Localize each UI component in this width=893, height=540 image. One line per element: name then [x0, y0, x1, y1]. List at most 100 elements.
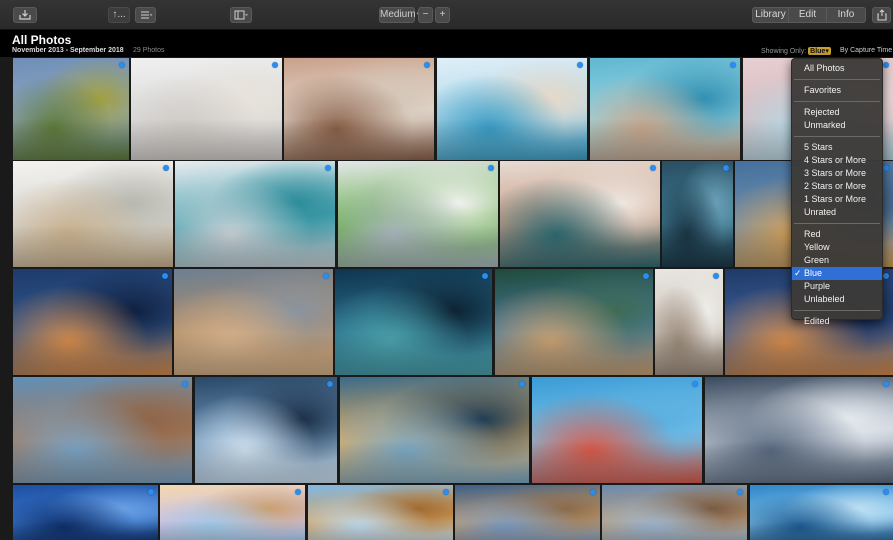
- blue-label-dot-icon: [119, 62, 125, 68]
- tab-info-label: Info: [837, 9, 855, 20]
- thumbnail-shade: [284, 119, 434, 160]
- blue-label-dot-icon: [325, 165, 331, 171]
- thumbnail-shade: [602, 521, 747, 540]
- sort-options-button[interactable]: [135, 7, 156, 23]
- menu-item-label: Purple: [804, 281, 831, 291]
- share-icon: [876, 9, 887, 21]
- tab-info[interactable]: Info: [827, 8, 865, 22]
- blue-label-dot-icon: [883, 165, 889, 171]
- thumbnail-shade: [590, 119, 740, 160]
- filter-value-chip[interactable]: Blue▾: [808, 47, 831, 55]
- photo-thumbnail[interactable]: [284, 58, 434, 160]
- photo-thumbnail[interactable]: [335, 269, 492, 375]
- thumbnail-shade: [750, 521, 893, 540]
- tab-library[interactable]: Library: [753, 8, 789, 22]
- menu-item-label: Unmarked: [804, 120, 846, 130]
- share-button[interactable]: [872, 7, 891, 23]
- menu-item-4-stars-or-more[interactable]: 4 Stars or More: [792, 154, 882, 167]
- checkmark-icon: ✓: [794, 268, 802, 278]
- import-tray-icon: [19, 10, 31, 20]
- import-button[interactable]: [13, 7, 37, 23]
- photo-thumbnail[interactable]: [437, 58, 587, 160]
- blue-label-dot-icon: [519, 381, 525, 387]
- photo-thumbnail[interactable]: [590, 58, 740, 160]
- photo-thumbnail[interactable]: [13, 269, 172, 375]
- blue-label-dot-icon: [577, 62, 583, 68]
- filter-control[interactable]: Showing Only: Blue▾: [761, 47, 831, 55]
- thumbnail-shade: [195, 440, 337, 483]
- photo-thumbnail[interactable]: [338, 161, 498, 267]
- menu-item-3-stars-or-more[interactable]: 3 Stars or More: [792, 167, 882, 180]
- blue-label-dot-icon: [723, 165, 729, 171]
- blue-label-dot-icon: [182, 381, 188, 387]
- photo-thumbnail[interactable]: [495, 269, 653, 375]
- blue-label-dot-icon: [643, 273, 649, 279]
- menu-item-all-photos[interactable]: All Photos: [792, 62, 882, 75]
- menu-item-5-stars[interactable]: 5 Stars: [792, 141, 882, 154]
- blue-label-dot-icon: [883, 489, 889, 495]
- photo-thumbnail[interactable]: [160, 485, 305, 540]
- blue-label-dot-icon: [737, 489, 743, 495]
- menu-item-favorites[interactable]: Favorites: [792, 84, 882, 97]
- zoom-out-button[interactable]: −: [418, 7, 433, 23]
- menu-separator: [794, 101, 880, 102]
- photo-thumbnail[interactable]: [532, 377, 702, 483]
- photo-thumbnail[interactable]: [662, 161, 733, 267]
- photo-thumbnail[interactable]: [340, 377, 529, 483]
- toolbar: ↑... Medium▾ − + Library Edit Info: [0, 0, 893, 30]
- blue-label-dot-icon: [295, 489, 301, 495]
- menu-item-unlabeled[interactable]: Unlabeled: [792, 293, 882, 306]
- photo-thumbnail[interactable]: [175, 161, 335, 267]
- zoom-in-button[interactable]: +: [435, 7, 450, 23]
- menu-item-label: Green: [804, 255, 830, 265]
- menu-item-yellow[interactable]: Yellow: [792, 241, 882, 254]
- menu-item-1-stars-or-more[interactable]: 1 Stars or More: [792, 193, 882, 206]
- photo-thumbnail[interactable]: [174, 269, 333, 375]
- menu-item-label: Favorites: [804, 85, 842, 95]
- photo-thumbnail[interactable]: [195, 377, 337, 483]
- photo-thumbnail[interactable]: [13, 485, 158, 540]
- menu-item-label: 3 Stars or More: [804, 168, 867, 178]
- menu-item-label: Rejected: [804, 107, 840, 117]
- photo-thumbnail[interactable]: [705, 377, 893, 483]
- photo-thumbnail[interactable]: [655, 269, 723, 375]
- photo-thumbnail[interactable]: [308, 485, 453, 540]
- date-range: November 2013 - September 2018: [12, 47, 124, 54]
- menu-item-unrated[interactable]: Unrated: [792, 206, 882, 219]
- photo-thumbnail[interactable]: [13, 161, 173, 267]
- blue-label-dot-icon: [424, 62, 430, 68]
- photo-thumbnail[interactable]: [750, 485, 893, 540]
- menu-item-2-stars-or-more[interactable]: 2 Stars or More: [792, 180, 882, 193]
- photo-thumbnail[interactable]: [602, 485, 747, 540]
- thumbnail-shade: [13, 119, 129, 160]
- menu-item-edited[interactable]: Edited: [792, 315, 882, 328]
- photo-thumbnail[interactable]: [131, 58, 282, 160]
- thumbnail-shade: [174, 332, 333, 375]
- sidebar-toggle-button[interactable]: [230, 7, 252, 23]
- photo-thumbnail[interactable]: [500, 161, 660, 267]
- sort-direction-button[interactable]: ↑...: [108, 7, 130, 23]
- menu-item-blue[interactable]: ✓ Blue: [792, 267, 882, 280]
- blue-label-dot-icon: [650, 165, 656, 171]
- sort-control[interactable]: By Capture Time: [840, 47, 892, 54]
- photo-thumbnail[interactable]: [13, 377, 192, 483]
- photo-thumbnail[interactable]: [13, 58, 129, 160]
- blue-label-dot-icon: [730, 62, 736, 68]
- thumbnail-size-select[interactable]: Medium▾: [379, 7, 420, 23]
- menu-item-red[interactable]: Red: [792, 228, 882, 241]
- thumbnail-shade: [13, 440, 192, 483]
- filter-prefix: Showing Only:: [761, 48, 807, 55]
- menu-item-label: Edited: [804, 316, 830, 326]
- blue-label-dot-icon: [883, 381, 889, 387]
- tab-edit[interactable]: Edit: [789, 8, 827, 22]
- blue-label-dot-icon: [692, 381, 698, 387]
- menu-item-rejected[interactable]: Rejected: [792, 106, 882, 119]
- menu-item-green[interactable]: Green: [792, 254, 882, 267]
- thumbnail-shade: [13, 521, 158, 540]
- photo-count: 29 Photos: [133, 47, 165, 54]
- menu-item-unmarked[interactable]: Unmarked: [792, 119, 882, 132]
- blue-label-dot-icon: [162, 273, 168, 279]
- menu-item-label: Blue: [804, 268, 823, 278]
- photo-thumbnail[interactable]: [455, 485, 600, 540]
- menu-item-purple[interactable]: Purple: [792, 280, 882, 293]
